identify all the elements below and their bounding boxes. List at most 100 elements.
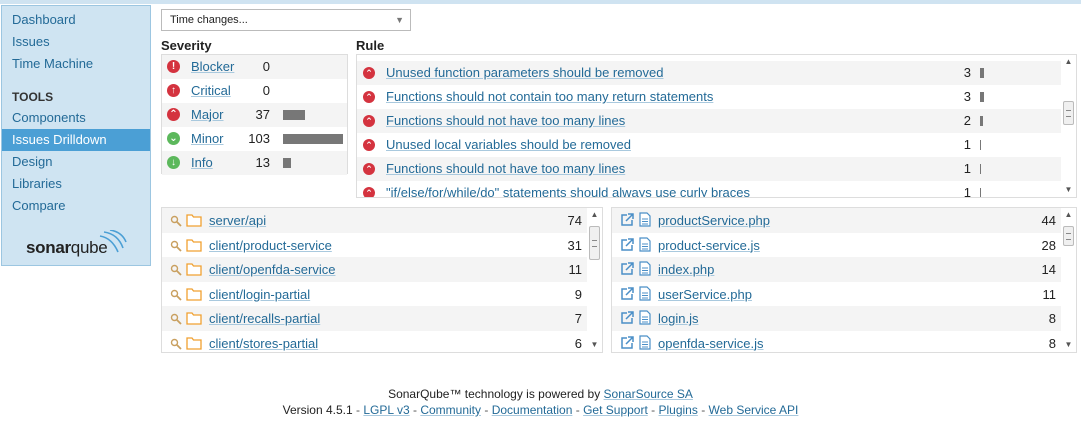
rule-row[interactable]: ⌃ Functions should not have too many line… (357, 109, 1062, 133)
scroll-up-icon[interactable]: ▲ (1061, 208, 1076, 222)
scroll-down-icon[interactable]: ▼ (1061, 338, 1076, 352)
directory-row[interactable]: server/api 74 (162, 208, 588, 233)
file-label[interactable]: login.js (658, 311, 698, 326)
file-icon (639, 212, 651, 227)
nav-libraries[interactable]: Libraries (2, 173, 150, 195)
rule-count: 1 (963, 185, 971, 198)
directory-count: 9 (574, 286, 582, 302)
rule-row[interactable]: ⌃ Functions should not have too many line… (357, 157, 1062, 181)
scroll-thumb[interactable] (589, 226, 600, 260)
nav-issues-drilldown[interactable]: Issues Drilldown (2, 129, 150, 151)
rule-label[interactable]: Functions should not contain too many re… (386, 89, 713, 104)
directory-count: 31 (567, 237, 582, 253)
zoom-icon[interactable] (170, 338, 182, 350)
severity-row[interactable]: ↓ Info 13 (162, 151, 347, 175)
severity-label[interactable]: Critical (191, 83, 231, 98)
severity-label[interactable]: Major (191, 107, 224, 122)
zoom-icon[interactable] (170, 289, 182, 301)
nav-dashboard[interactable]: Dashboard (2, 9, 150, 31)
nav-issues[interactable]: Issues (2, 31, 150, 53)
severity-row[interactable]: ⌄ Minor 103 (162, 127, 347, 151)
lgpl-link[interactable]: LGPL v3 (363, 403, 409, 417)
file-label[interactable]: productService.php (658, 213, 770, 228)
rule-row[interactable]: ⌃ Functions should not contain too many r… (357, 85, 1062, 109)
directory-scrollbar[interactable]: ▲ ▼ (587, 208, 602, 352)
severity-count: 103 (248, 131, 270, 146)
rule-scrollbar[interactable]: ▲ ▼ (1061, 55, 1076, 197)
nav-design[interactable]: Design (2, 151, 150, 173)
scroll-down-icon[interactable]: ▼ (587, 338, 602, 352)
scroll-thumb[interactable] (1063, 226, 1074, 246)
nav-compare[interactable]: Compare (2, 195, 150, 217)
directory-list: server/api 74 client/product-service 31 clie… (161, 207, 603, 353)
folder-icon (186, 287, 202, 301)
directory-label[interactable]: client/stores-partial (209, 336, 318, 351)
file-row[interactable]: openfda-service.js 8 (612, 331, 1062, 353)
directory-row[interactable]: client/recalls-partial 7 (162, 306, 588, 331)
time-changes-select[interactable]: Time changes... ▼ (161, 9, 411, 31)
severity-label[interactable]: Info (191, 155, 213, 170)
scroll-thumb[interactable] (1063, 101, 1074, 125)
file-row[interactable]: userService.php 11 (612, 282, 1062, 307)
scroll-up-icon[interactable]: ▲ (1061, 55, 1076, 69)
scroll-down-icon[interactable]: ▼ (1061, 183, 1076, 197)
external-link-icon[interactable] (620, 213, 634, 227)
directory-label[interactable]: client/login-partial (209, 287, 310, 302)
documentation-link[interactable]: Documentation (492, 403, 573, 417)
external-link-icon[interactable] (620, 262, 634, 276)
external-link-icon[interactable] (620, 335, 634, 350)
file-label[interactable]: product-service.js (658, 238, 760, 253)
rule-count: 3 (963, 89, 971, 104)
nav-time-machine[interactable]: Time Machine (2, 53, 150, 75)
info-icon: ↓ (167, 156, 180, 169)
rule-label[interactable]: Functions should not have too many lines (386, 161, 625, 176)
severity-label[interactable]: Blocker (191, 59, 234, 74)
directory-label[interactable]: client/product-service (209, 238, 332, 253)
chevron-down-icon: ▼ (395, 15, 404, 25)
file-label[interactable]: openfda-service.js (658, 336, 764, 351)
web-service-api-link[interactable]: Web Service API (709, 403, 799, 417)
zoom-icon[interactable] (170, 215, 182, 227)
rule-label[interactable]: Unused local variables should be removed (386, 137, 631, 152)
file-label[interactable]: index.php (658, 262, 714, 277)
severity-bar (283, 134, 343, 144)
get-support-link[interactable]: Get Support (583, 403, 648, 417)
file-label[interactable]: userService.php (658, 287, 752, 302)
directory-label[interactable]: server/api (209, 213, 266, 228)
file-row[interactable]: product-service.js 28 (612, 233, 1062, 258)
rule-label[interactable]: "if/else/for/while/do" statements should… (386, 185, 750, 197)
severity-row[interactable]: ! Blocker 0 (162, 55, 347, 79)
severity-row[interactable]: ↑ Critical 0 (162, 79, 347, 103)
file-row[interactable]: index.php 14 (612, 257, 1062, 282)
rule-label[interactable]: Unused function parameters should be rem… (386, 65, 664, 80)
community-link[interactable]: Community (420, 403, 481, 417)
plugins-link[interactable]: Plugins (659, 403, 698, 417)
file-row[interactable]: login.js 8 (612, 306, 1062, 331)
footer-separator: - (651, 403, 656, 417)
severity-label[interactable]: Minor (191, 131, 224, 146)
rule-label[interactable]: Functions should not have too many lines (386, 113, 625, 128)
directory-row[interactable]: client/login-partial 9 (162, 282, 588, 307)
external-link-icon[interactable] (620, 237, 634, 252)
major-icon: ⌃ (363, 163, 375, 175)
zoom-icon[interactable] (170, 313, 182, 325)
rule-row[interactable]: ⌃ "if/else/for/while/do" statements shoul… (357, 181, 1062, 198)
directory-row[interactable]: client/openfda-service 11 (162, 257, 588, 282)
scroll-up-icon[interactable]: ▲ (587, 208, 602, 222)
directory-count: 11 (568, 262, 583, 277)
file-scrollbar[interactable]: ▲ ▼ (1061, 208, 1076, 352)
zoom-icon[interactable] (170, 240, 182, 252)
severity-row[interactable]: ⌃ Major 37 (162, 103, 347, 127)
directory-row[interactable]: client/stores-partial 6 (162, 331, 588, 353)
external-link-icon[interactable] (620, 311, 634, 325)
directory-row[interactable]: client/product-service 31 (162, 233, 588, 258)
rule-row[interactable]: ⌃ Unused local variables should be remove… (357, 133, 1062, 157)
zoom-icon[interactable] (170, 264, 182, 276)
directory-label[interactable]: client/openfda-service (209, 262, 335, 277)
directory-label[interactable]: client/recalls-partial (209, 311, 320, 326)
rule-row[interactable]: ⌃ Unused function parameters should be re… (357, 61, 1062, 85)
nav-components[interactable]: Components (2, 107, 150, 129)
sonarsource-link[interactable]: SonarSource SA (604, 387, 693, 401)
external-link-icon[interactable] (620, 286, 634, 301)
file-row[interactable]: productService.php 44 (612, 208, 1062, 233)
